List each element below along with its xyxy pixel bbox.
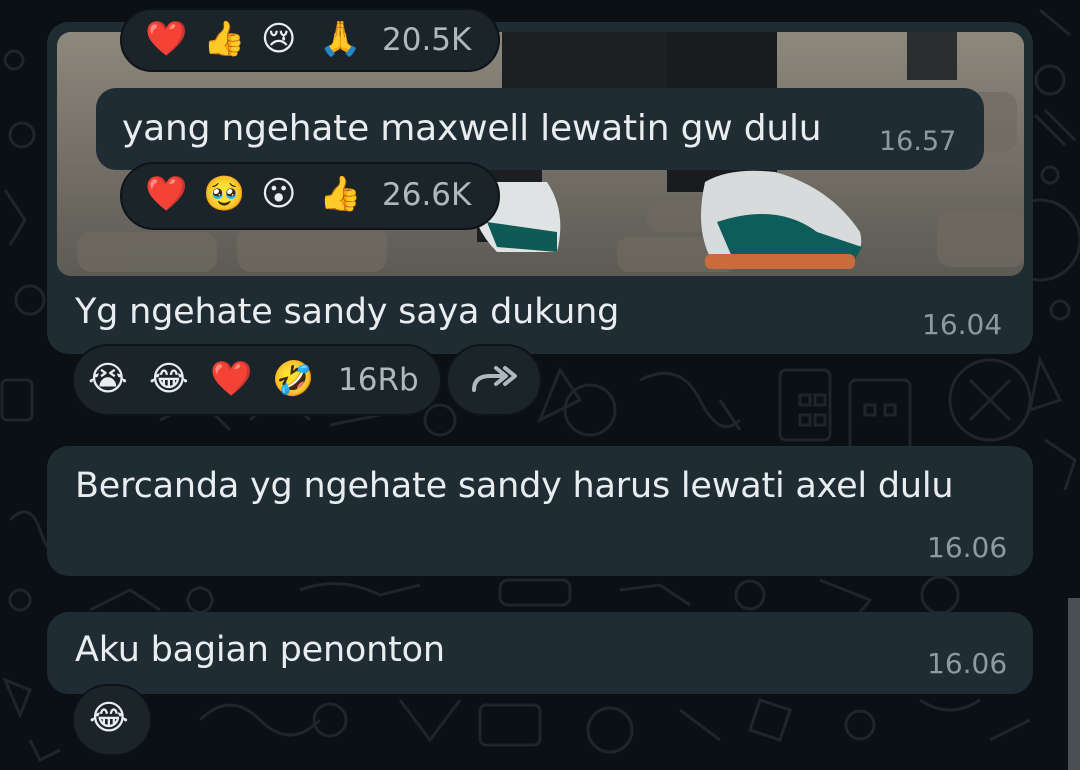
quoted-message-time: 16.57 [879, 126, 957, 157]
message-time: 16.04 [922, 308, 1003, 341]
reaction-count: 20.5K [382, 22, 472, 58]
reaction-emoji: 🙏 [319, 19, 362, 59]
forward-arrow-icon [472, 366, 517, 392]
reaction-emoji: 😂 [149, 359, 189, 399]
reaction-emoji: 🥹 [203, 174, 246, 214]
reaction-emoji: ❤️ [145, 174, 188, 214]
reaction-emoji: 👍 [319, 174, 362, 214]
message-text: Yg ngehate sandy saya dukung [75, 292, 620, 332]
reaction-emoji: 😮 [261, 174, 297, 214]
reaction-count: 26.6K [382, 177, 472, 213]
reaction-emoji: 🤣 [272, 359, 315, 399]
quoted-message-text: yang ngehate maxwell lewatin gw dulu [122, 108, 822, 149]
message-text: Aku bagian penonton [75, 630, 445, 670]
forward-button[interactable] [446, 344, 542, 416]
reaction-emoji: 😢 [261, 19, 297, 59]
reaction-emoji: 😂 [89, 698, 129, 738]
reaction-emoji: ❤️ [145, 19, 188, 59]
message-text: Bercanda yg ngehate sandy harus lewati a… [75, 466, 954, 506]
reaction-emoji: 👍 [203, 19, 246, 59]
message-time: 16.06 [927, 647, 1008, 680]
reaction-count: 16Rb [338, 362, 419, 398]
scrollbar[interactable] [1068, 598, 1080, 770]
reaction-emoji: ❤️ [210, 359, 253, 399]
reaction-emoji: 😭 [88, 359, 128, 399]
message-time: 16.06 [927, 531, 1008, 564]
